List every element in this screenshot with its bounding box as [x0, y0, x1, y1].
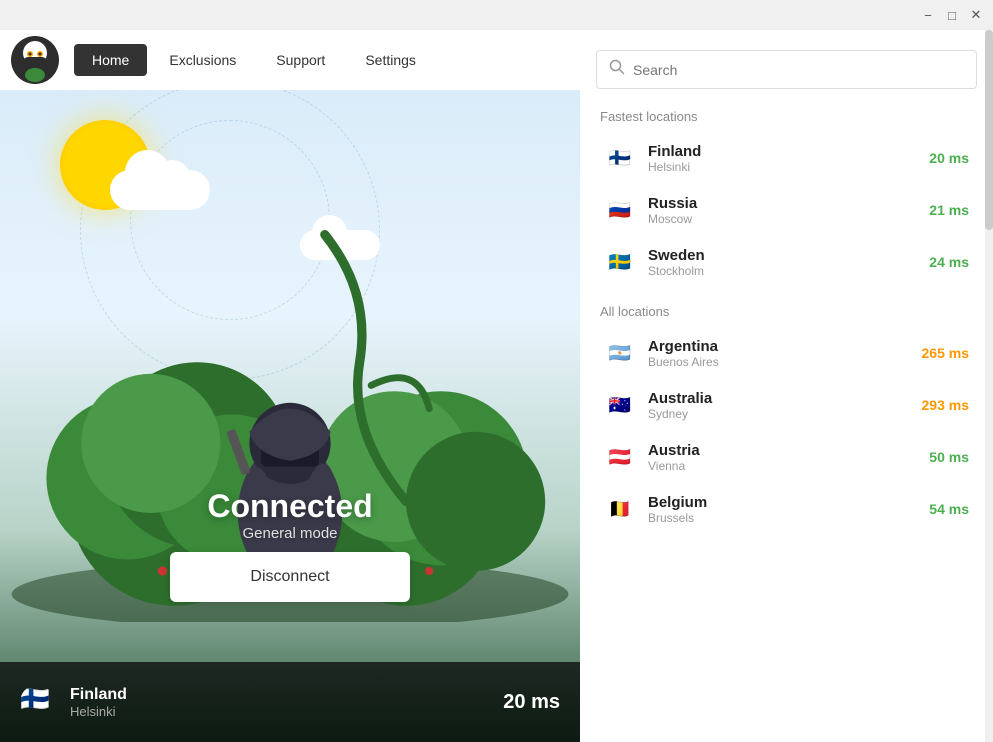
location-info: Finland Helsinki — [648, 143, 917, 174]
status-flag: 🇫🇮 — [20, 685, 54, 719]
nav-support[interactable]: Support — [258, 44, 343, 76]
location-city: Moscow — [648, 212, 917, 226]
location-info: Sweden Stockholm — [648, 247, 917, 278]
status-country: Finland — [70, 686, 487, 704]
nav-home[interactable]: Home — [74, 44, 147, 76]
connection-mode: General mode — [0, 525, 580, 542]
location-city: Sydney — [648, 407, 910, 421]
fastest-locations-list: 🇫🇮 Finland Helsinki 20 ms 🇷🇺 Russia Mosc… — [596, 132, 977, 288]
app-logo — [10, 35, 60, 85]
location-city: Brussels — [648, 511, 917, 525]
connection-status-area: Connected General mode — [0, 488, 580, 542]
location-info: Russia Moscow — [648, 195, 917, 226]
fastest-location-item[interactable]: 🇸🇪 Sweden Stockholm 24 ms — [596, 236, 977, 288]
location-ping: 54 ms — [929, 501, 969, 517]
location-country: Austria — [648, 442, 917, 459]
all-locations-list: 🇦🇷 Argentina Buenos Aires 265 ms 🇦🇺 Aust… — [596, 327, 977, 535]
connection-status-title: Connected — [0, 488, 580, 525]
search-input[interactable] — [633, 62, 964, 78]
location-ping: 20 ms — [929, 150, 969, 166]
location-ping: 21 ms — [929, 202, 969, 218]
status-ping: 20 ms — [503, 691, 560, 714]
flag-icon: 🇸🇪 — [604, 246, 636, 278]
flag-icon: 🇦🇺 — [604, 389, 636, 421]
status-city: Helsinki — [70, 704, 487, 719]
fastest-location-item[interactable]: 🇫🇮 Finland Helsinki 20 ms — [596, 132, 977, 184]
location-info: Argentina Buenos Aires — [648, 338, 910, 369]
location-country: Argentina — [648, 338, 910, 355]
flag-icon: 🇧🇪 — [604, 493, 636, 525]
location-city: Helsinki — [648, 160, 917, 174]
all-location-item[interactable]: 🇦🇷 Argentina Buenos Aires 265 ms — [596, 327, 977, 379]
location-country: Belgium — [648, 494, 917, 511]
status-location: Finland Helsinki — [70, 686, 487, 719]
location-ping: 293 ms — [922, 397, 969, 413]
minimize-button[interactable]: − — [919, 6, 937, 24]
location-country: Sweden — [648, 247, 917, 264]
scrollbar-thumb[interactable] — [985, 30, 993, 230]
location-country: Finland — [648, 143, 917, 160]
all-location-item[interactable]: 🇦🇹 Austria Vienna 50 ms — [596, 431, 977, 483]
disconnect-button[interactable]: Disconnect — [170, 552, 410, 602]
nav-settings[interactable]: Settings — [347, 44, 434, 76]
location-country: Russia — [648, 195, 917, 212]
hero-panel: Connected General mode Disconnect 🇫🇮 Fin… — [0, 30, 580, 742]
flag-icon: 🇷🇺 — [604, 194, 636, 226]
search-icon — [609, 59, 625, 80]
location-ping: 50 ms — [929, 449, 969, 465]
flag-icon: 🇦🇷 — [604, 337, 636, 369]
all-locations-label: All locations — [596, 304, 977, 319]
fastest-location-item[interactable]: 🇷🇺 Russia Moscow 21 ms — [596, 184, 977, 236]
location-city: Buenos Aires — [648, 355, 910, 369]
all-location-item[interactable]: 🇧🇪 Belgium Brussels 54 ms — [596, 483, 977, 535]
flag-icon: 🇫🇮 — [604, 142, 636, 174]
location-info: Australia Sydney — [648, 390, 910, 421]
all-location-item[interactable]: 🇦🇺 Australia Sydney 293 ms — [596, 379, 977, 431]
location-city: Vienna — [648, 459, 917, 473]
fastest-locations-label: Fastest locations — [596, 109, 977, 124]
scrollbar-track — [985, 30, 993, 742]
maximize-button[interactable]: □ — [943, 6, 961, 24]
locations-panel: Fastest locations 🇫🇮 Finland Helsinki 20… — [580, 30, 993, 742]
nav-bar: Home Exclusions Support Settings — [0, 30, 580, 90]
location-country: Australia — [648, 390, 910, 407]
location-ping: 24 ms — [929, 254, 969, 270]
close-button[interactable]: ✕ — [967, 6, 985, 24]
location-city: Stockholm — [648, 264, 917, 278]
nav-exclusions[interactable]: Exclusions — [151, 44, 254, 76]
status-bar: 🇫🇮 Finland Helsinki 20 ms — [0, 662, 580, 742]
location-ping: 265 ms — [922, 345, 969, 361]
title-bar: − □ ✕ — [0, 0, 993, 30]
flag-icon: 🇦🇹 — [604, 441, 636, 473]
location-info: Austria Vienna — [648, 442, 917, 473]
search-box[interactable] — [596, 50, 977, 89]
location-info: Belgium Brussels — [648, 494, 917, 525]
